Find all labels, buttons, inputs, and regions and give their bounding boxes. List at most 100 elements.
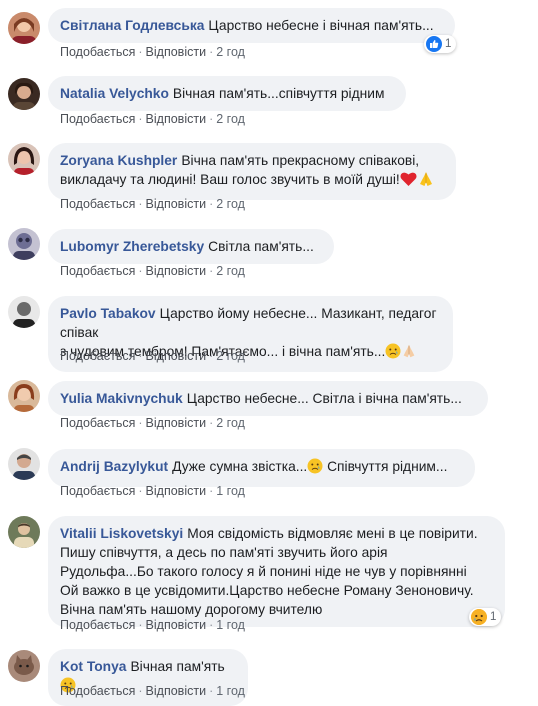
separator: · — [138, 416, 143, 430]
separator: · — [138, 264, 143, 278]
sad-reaction-icon — [471, 609, 487, 625]
avatar[interactable] — [8, 12, 40, 44]
folded-hands-icon — [401, 343, 417, 364]
avatar[interactable] — [8, 78, 40, 110]
like-icon — [426, 36, 442, 52]
comment-text: Царство небесне... Світла і вічна пам'ят… — [186, 391, 462, 406]
comment-time[interactable]: 1 год — [216, 618, 245, 632]
comment-meta: Подобається · Відповісти · 2 год — [60, 416, 245, 430]
comment-bubble: Natalia Velychko Вічная пам'ять...співчут… — [48, 76, 406, 111]
avatar[interactable] — [8, 650, 40, 682]
reply-link[interactable]: Відповісти — [146, 684, 207, 698]
reaction-count: 1 — [490, 611, 497, 623]
comment-text: Рудольфа...Бо такого голосу я й понині н… — [60, 564, 467, 579]
reply-link[interactable]: Відповісти — [146, 349, 207, 363]
separator: · — [209, 349, 214, 363]
comment-author[interactable]: Світлана Годлевська — [60, 18, 204, 33]
avatar[interactable] — [8, 228, 40, 260]
comment-time[interactable]: 2 год — [216, 197, 245, 211]
comment-author[interactable]: Andrij Bazylykut — [60, 459, 168, 474]
reply-link[interactable]: Відповісти — [146, 197, 207, 211]
red-heart-icon — [400, 171, 417, 192]
separator: · — [209, 484, 214, 498]
reaction-badge[interactable]: 1 — [469, 608, 502, 626]
reply-link[interactable]: Відповісти — [146, 112, 207, 126]
comment-text: Співчуття рідним... — [323, 459, 448, 474]
comment-text: Моя свідомість відмовляє мені в це повір… — [187, 526, 478, 541]
comment-time[interactable]: 2 год — [216, 264, 245, 278]
separator: · — [209, 197, 214, 211]
comment-time[interactable]: 1 год — [216, 484, 245, 498]
comment-bubble: Lubomyr Zherebetsky Світла пам'ять... — [48, 229, 334, 264]
separator: · — [209, 684, 214, 698]
like-link[interactable]: Подобається — [60, 197, 135, 211]
like-link[interactable]: Подобається — [60, 349, 135, 363]
comment-text: Вічна пам'ять нашому дорогому вчителю — [60, 602, 323, 617]
separator: · — [209, 45, 214, 59]
reaction-count: 1 — [445, 38, 452, 50]
comment-author[interactable]: Kot Tonya — [60, 659, 126, 674]
comment-meta: Подобається · Відповісти · 1 год — [60, 484, 245, 498]
comment-time[interactable]: 2 год — [216, 349, 245, 363]
comment-author[interactable]: Lubomyr Zherebetsky — [60, 239, 204, 254]
like-link[interactable]: Подобається — [60, 684, 135, 698]
reply-link[interactable]: Відповісти — [146, 484, 207, 498]
comment-bubble: Andrij Bazylykut Дуже сумна звістка... Сп… — [48, 449, 475, 487]
comment-text: Царство небесне і вічная пам'ять... — [208, 18, 434, 33]
avatar[interactable] — [8, 380, 40, 412]
reaction-badge[interactable]: 1 — [424, 35, 457, 53]
comment-text: викладачу та людині! Ваш голос звучить в… — [60, 172, 400, 187]
comment-text: Вічная пам'ять — [130, 659, 225, 674]
avatar[interactable] — [8, 448, 40, 480]
separator: · — [138, 349, 143, 363]
comment-meta: Подобається · Відповісти · 2 год — [60, 197, 245, 211]
comment-author[interactable]: Vitalii Liskovetskyi — [60, 526, 183, 541]
comment-time[interactable]: 2 год — [216, 45, 245, 59]
comment-meta: Подобається · Відповісти · 2 год — [60, 45, 245, 59]
comment-author[interactable]: Natalia Velychko — [60, 86, 169, 101]
reply-link[interactable]: Відповісти — [146, 416, 207, 430]
comment-text: Вічная пам'ять...співчуття рідним — [172, 86, 385, 101]
reply-link[interactable]: Відповісти — [146, 264, 207, 278]
comment-author[interactable]: Zoryana Kushpler — [60, 153, 177, 168]
comment-meta: Подобається · Відповісти · 2 год — [60, 264, 245, 278]
separator: · — [138, 197, 143, 211]
avatar[interactable] — [8, 516, 40, 548]
comment-bubble: Vitalii Liskovetskyi Моя свідомість відмо… — [48, 516, 505, 627]
separator: · — [138, 112, 143, 126]
folded-hands-icon — [417, 171, 435, 192]
like-link[interactable]: Подобається — [60, 264, 135, 278]
comment-meta: Подобається · Відповісти · 1 год — [60, 618, 245, 632]
comment-time[interactable]: 2 год — [216, 416, 245, 430]
comment-author[interactable]: Yulia Makivnychuk — [60, 391, 183, 406]
separator: · — [138, 618, 143, 632]
like-link[interactable]: Подобається — [60, 45, 135, 59]
comment-time[interactable]: 2 год — [216, 112, 245, 126]
comment-text: Ой важко в це усвідомити.Царство небесне… — [60, 583, 474, 598]
comment-text: Світла пам'ять... — [208, 239, 314, 254]
like-link[interactable]: Подобається — [60, 416, 135, 430]
avatar[interactable] — [8, 143, 40, 175]
avatar[interactable] — [8, 296, 40, 328]
like-link[interactable]: Подобається — [60, 618, 135, 632]
separator: · — [138, 484, 143, 498]
separator: · — [209, 112, 214, 126]
comment-meta: Подобається · Відповісти · 1 год — [60, 684, 245, 698]
comment-meta: Подобається · Відповісти · 2 год — [60, 112, 245, 126]
sad-face-icon — [385, 343, 401, 364]
reply-link[interactable]: Відповісти — [146, 618, 207, 632]
like-link[interactable]: Подобається — [60, 484, 135, 498]
separator: · — [209, 416, 214, 430]
separator: · — [138, 45, 143, 59]
separator: · — [209, 264, 214, 278]
like-link[interactable]: Подобається — [60, 112, 135, 126]
comment-text: Пишу співчуття, а десь по пам'яті звучит… — [60, 545, 388, 560]
comment-bubble: Yulia Makivnychuk Царство небесне... Світ… — [48, 381, 488, 416]
comment-text: Вічна пам'ять прекрасному співакові, — [181, 153, 420, 168]
comment-author[interactable]: Pavlo Tabakov — [60, 306, 156, 321]
sad-face-icon — [307, 458, 323, 479]
separator: · — [209, 618, 214, 632]
reply-link[interactable]: Відповісти — [146, 45, 207, 59]
comment-text: Дуже сумна звістка... — [172, 459, 308, 474]
comment-time[interactable]: 1 год — [216, 684, 245, 698]
